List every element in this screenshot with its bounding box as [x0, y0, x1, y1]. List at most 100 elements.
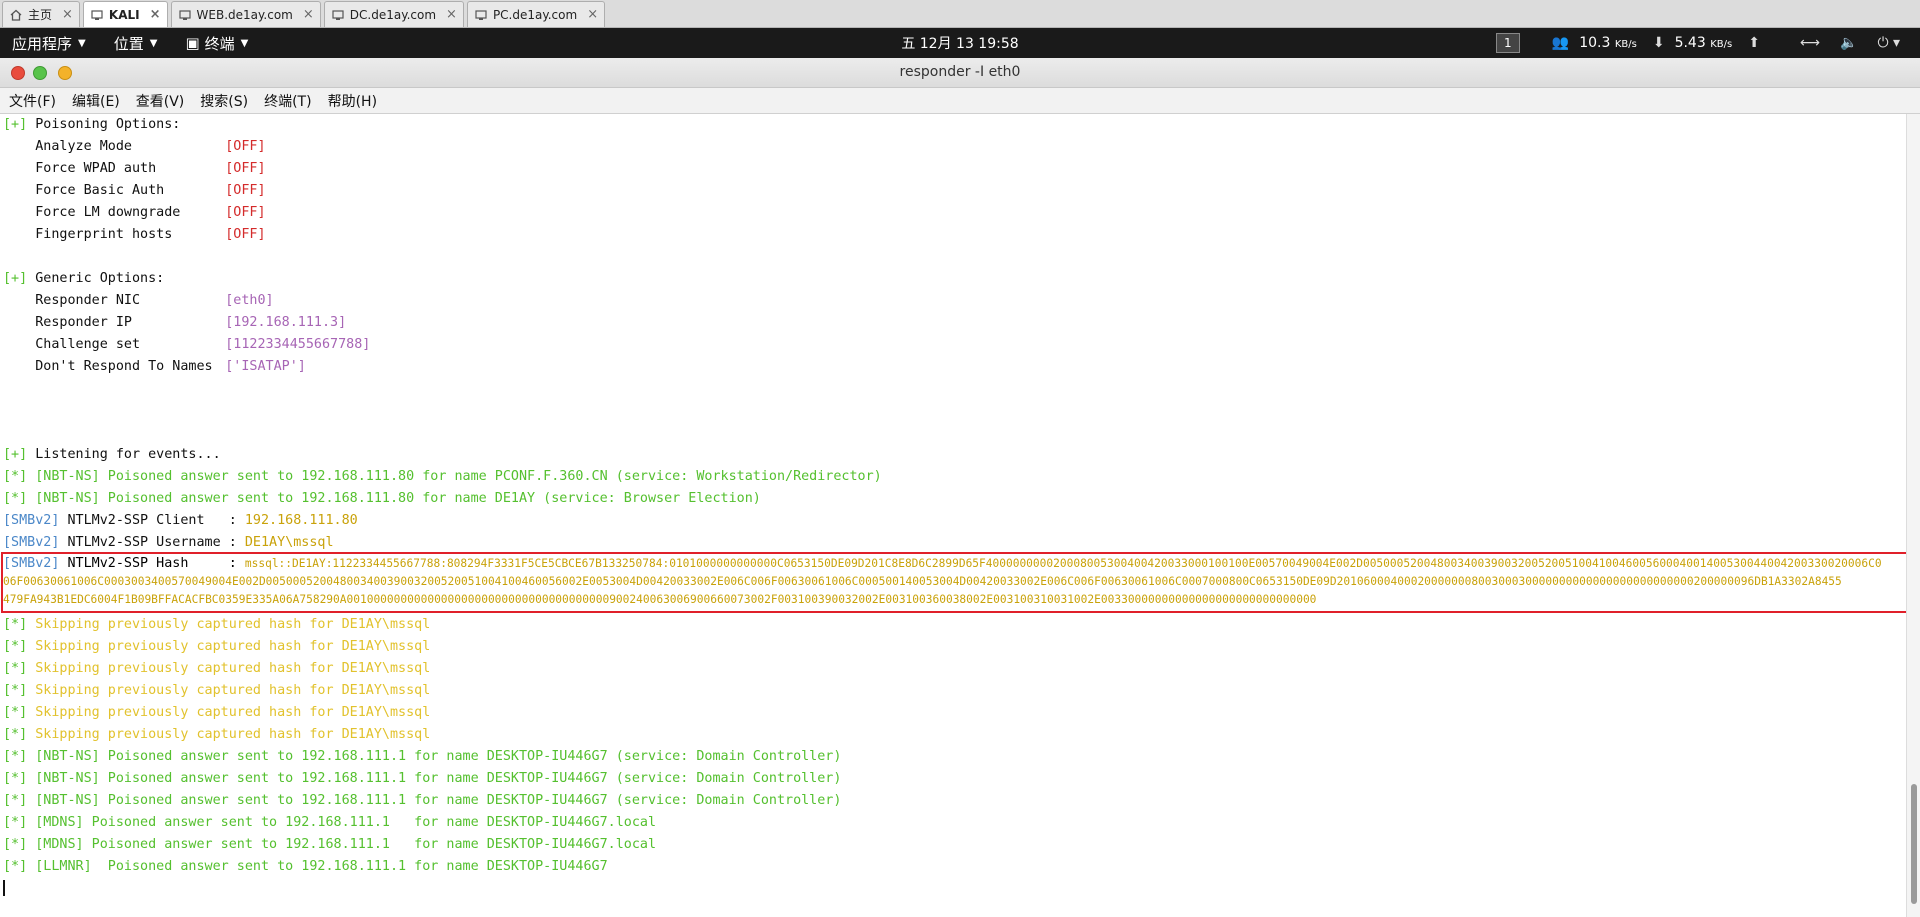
smb-tag: [SMBv2]: [3, 513, 60, 528]
event-message: [LLMNR] Poisoned answer sent to 192.168.…: [35, 859, 608, 874]
terminal-line: [+] Generic Options:: [3, 268, 164, 290]
star-tag: [*]: [3, 683, 28, 698]
ntlmv2-hash-line: 479FA943B1EDC6004F1B09BFFACACFBC0359E335…: [3, 593, 1317, 606]
star-tag: [*]: [3, 837, 28, 852]
plus-tag: [+]: [3, 271, 28, 286]
menu-file[interactable]: 文件(F): [9, 91, 56, 111]
terminal-line: Force WPAD auth [OFF]: [3, 158, 266, 180]
download-speed-unit: KB/s: [1614, 39, 1637, 50]
terminal-line: Force LM downgrade [OFF]: [3, 202, 266, 224]
tab-kali[interactable]: KALI ×: [82, 1, 168, 27]
upload-arrow-icon: ⬆: [1748, 35, 1760, 51]
panel-status-area: 1 👥 10.3 KB/s ⬇ 5.43 KB/s ⬆ ⟷ 🔈 ⏻ ▾: [1495, 28, 1910, 58]
skip-message: Skipping previously captured hash for DE…: [35, 727, 431, 742]
tab-web[interactable]: WEB.de1ay.com ×: [170, 1, 321, 27]
option-name: Analyze Mode: [35, 139, 132, 154]
terminal-cursor: [3, 878, 5, 900]
tab-dc[interactable]: DC.de1ay.com ×: [323, 1, 464, 27]
option-value: [192.168.111.3]: [225, 315, 347, 330]
applications-menu[interactable]: 应用程序 ▼: [12, 33, 86, 54]
smb-client-value: 192.168.111.80: [244, 513, 358, 528]
terminal-scrollbar[interactable]: [1906, 114, 1920, 917]
tab-home[interactable]: 主页 ×: [2, 1, 80, 27]
people-icon[interactable]: 👥: [1552, 35, 1569, 51]
places-label: 位置: [113, 34, 144, 53]
star-tag: [*]: [3, 705, 28, 720]
terminal-line: [*] [LLMNR] Poisoned answer sent to 192.…: [3, 856, 608, 878]
tab-home-label: 主页: [28, 8, 53, 22]
menu-terminal[interactable]: 终端(T): [264, 91, 311, 111]
star-tag: [*]: [3, 749, 28, 764]
option-value: [1122334455667788]: [225, 337, 371, 352]
scrollbar-thumb[interactable]: [1911, 784, 1917, 904]
tab-kali-label: KALI: [108, 7, 140, 22]
star-tag: [*]: [3, 793, 28, 808]
option-name: Challenge set: [35, 337, 141, 352]
tab-pc[interactable]: PC.de1ay.com ×: [466, 1, 606, 27]
option-name: Force WPAD auth: [35, 161, 157, 176]
option-value: [OFF]: [225, 139, 266, 154]
window-titlebar: responder -I eth0: [0, 58, 1920, 88]
terminal-line: Responder NIC [eth0]: [3, 290, 274, 312]
tab-pc-label: PC.de1ay.com: [492, 7, 578, 22]
event-message: [NBT-NS] Poisoned answer sent to 192.168…: [35, 793, 842, 808]
vm-icon: [474, 8, 488, 22]
top-panel: 应用程序 ▼ 位置 ▼ ▣ 终端 ▼ 五 12月 13 19:58 1 👥 10.3 K…: [0, 28, 1920, 58]
poisoning-options-header: Poisoning Options:: [35, 117, 181, 132]
star-tag: [*]: [3, 617, 28, 632]
terminal-line: [*] [MDNS] Poisoned answer sent to 192.1…: [3, 834, 656, 856]
terminal-app-menu[interactable]: ▣ 终端 ▼: [185, 33, 248, 54]
network-icon[interactable]: ⟷: [1800, 35, 1820, 51]
smb-client-label: NTLMv2-SSP Client :: [67, 513, 245, 528]
event-message: [MDNS] Poisoned answer sent to 192.168.1…: [35, 815, 657, 830]
terminal-line: [+] Listening for events...: [3, 444, 221, 466]
skip-message: Skipping previously captured hash for DE…: [35, 617, 431, 632]
menu-edit[interactable]: 编辑(E): [72, 91, 120, 111]
chevron-down-icon: ▼: [240, 37, 249, 49]
close-icon[interactable]: ×: [150, 7, 161, 22]
menu-search[interactable]: 搜索(S): [200, 91, 248, 111]
power-icon[interactable]: ⏻ ▾: [1877, 35, 1900, 51]
star-tag: [*]: [3, 815, 28, 830]
plus-tag: [+]: [3, 447, 28, 462]
terminal-line: [SMBv2] NTLMv2-SSP Client : 192.168.111.…: [3, 510, 358, 532]
close-icon[interactable]: ×: [303, 7, 314, 22]
chevron-down-icon: ▼: [149, 37, 158, 49]
terminal-line: Challenge set [1122334455667788]: [3, 334, 370, 356]
plus-tag: [+]: [3, 117, 28, 132]
terminal-line: [*] Skipping previously captured hash fo…: [3, 636, 430, 658]
terminal-line: [*] [NBT-NS] Poisoned answer sent to 192…: [3, 746, 841, 768]
option-name: Force LM downgrade: [35, 205, 181, 220]
places-menu[interactable]: 位置 ▼: [114, 33, 158, 54]
skip-message: Skipping previously captured hash for DE…: [35, 683, 431, 698]
terminal-line: [*] [NBT-NS] Poisoned answer sent to 192…: [3, 790, 841, 812]
smb-username-label: NTLMv2-SSP Username :: [67, 535, 245, 550]
menu-help[interactable]: 帮助(H): [328, 91, 377, 111]
smb-hash-label: NTLMv2-SSP Hash :: [67, 556, 245, 571]
tab-dc-label: DC.de1ay.com: [349, 7, 437, 22]
terminal-line: [*] [NBT-NS] Poisoned answer sent to 192…: [3, 466, 882, 488]
volume-icon[interactable]: 🔈: [1840, 35, 1857, 51]
option-name: Force Basic Auth: [35, 183, 165, 198]
terminal-line: Fingerprint hosts [OFF]: [3, 224, 265, 246]
close-icon[interactable]: ×: [62, 7, 73, 22]
menu-view[interactable]: 查看(V): [136, 91, 185, 111]
vm-icon: [331, 8, 345, 22]
close-icon[interactable]: ×: [587, 7, 598, 22]
generic-options-header: Generic Options:: [35, 271, 165, 286]
terminal-output[interactable]: [+] Poisoning Options: Analyze Mode [OFF]…: [0, 114, 1906, 917]
star-tag: [*]: [3, 727, 28, 742]
terminal-icon: ▣: [185, 34, 200, 52]
terminal-line: Analyze Mode [OFF]: [3, 136, 266, 158]
close-icon[interactable]: ×: [446, 7, 457, 22]
option-value: [OFF]: [225, 161, 266, 176]
option-value: [eth0]: [225, 293, 274, 308]
option-name: Fingerprint hosts: [35, 227, 173, 242]
event-message: [MDNS] Poisoned answer sent to 192.168.1…: [35, 837, 657, 852]
tab-web-label: WEB.de1ay.com: [196, 7, 293, 22]
terminal-line: [+] Poisoning Options:: [3, 114, 180, 136]
workspace-indicator[interactable]: 1: [1495, 33, 1520, 53]
option-value: [OFF]: [225, 205, 266, 220]
download-speed: 10.3 KB/s: [1579, 35, 1637, 51]
chevron-down-icon: ▼: [78, 37, 86, 49]
